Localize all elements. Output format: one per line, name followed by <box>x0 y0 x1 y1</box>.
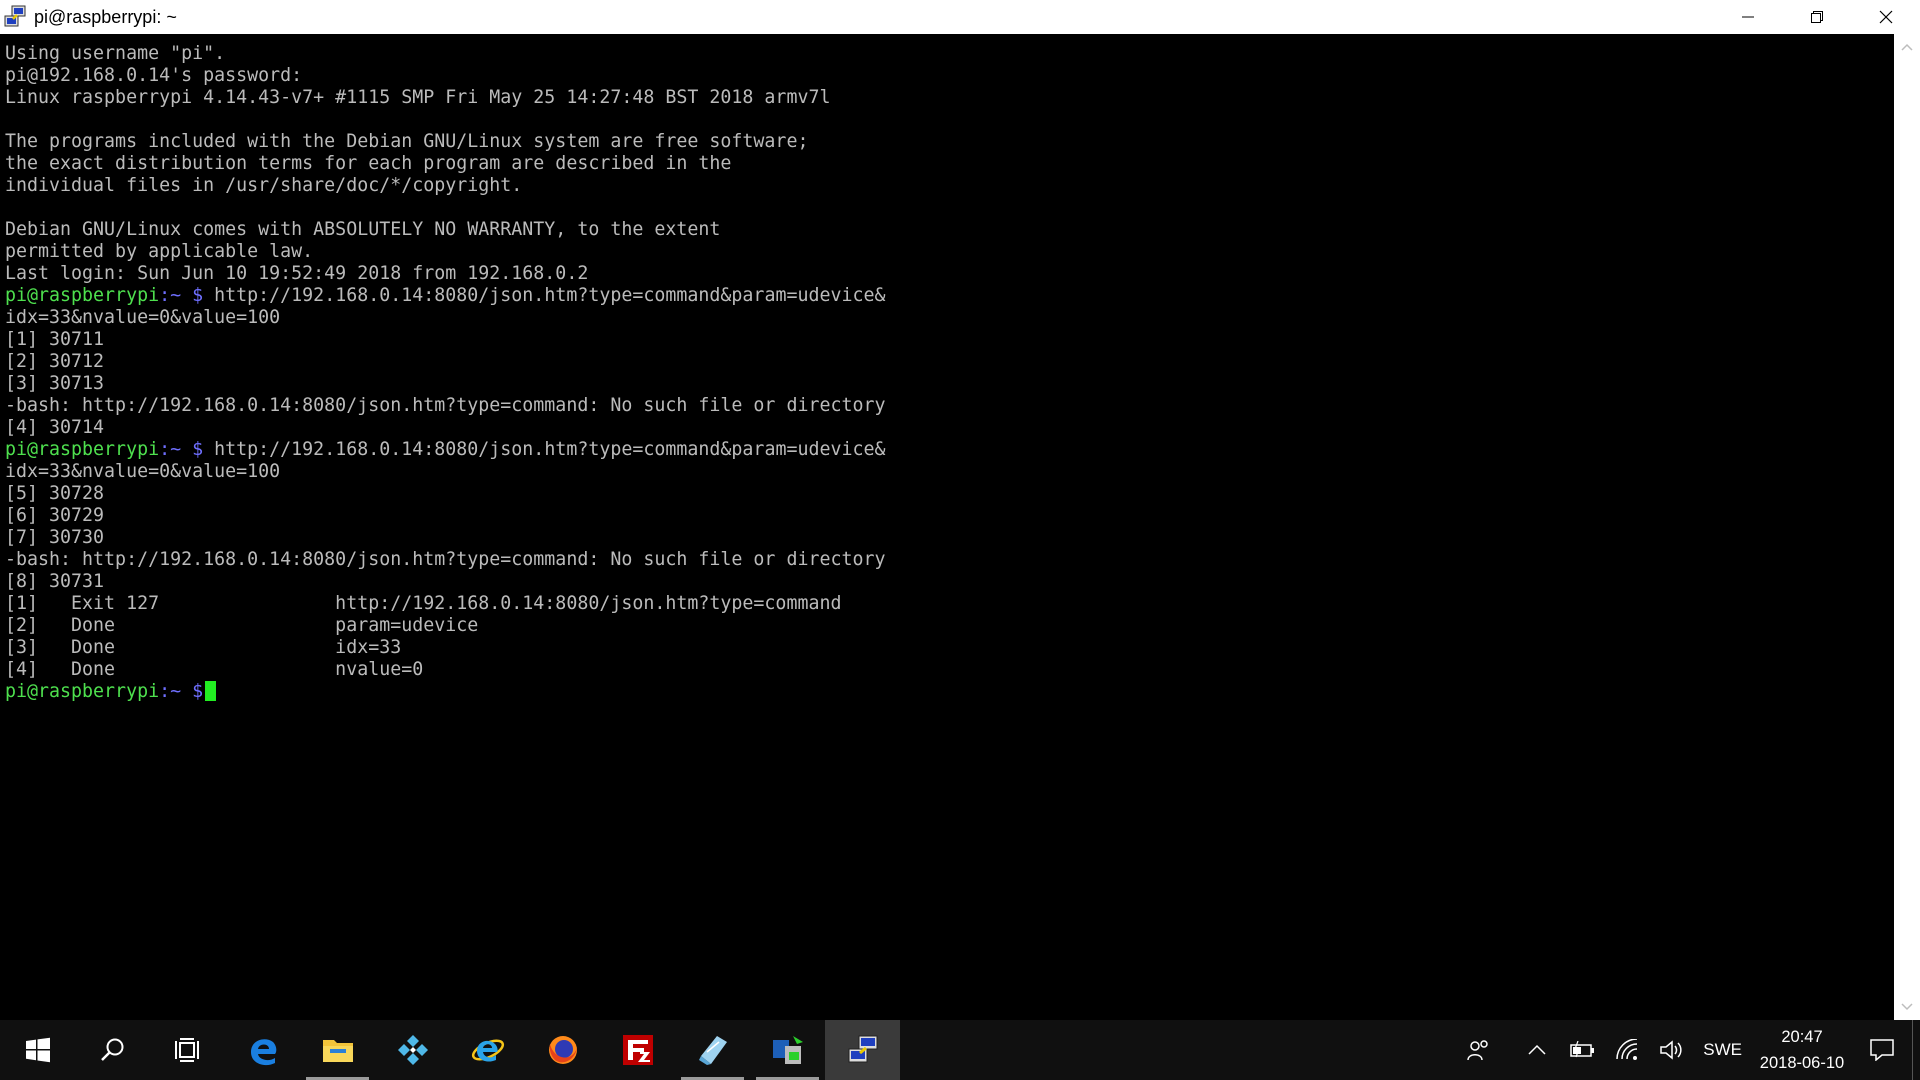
window-title: pi@raspberrypi: ~ <box>34 6 177 27</box>
title-bar[interactable]: pi@raspberrypi: ~ <box>0 0 1920 34</box>
taskbar-putty[interactable] <box>825 1020 900 1080</box>
terminal-line: -bash: http://192.168.0.14:8080/json.htm… <box>5 395 886 416</box>
terminal-line: [2] Done param=udevice <box>5 615 479 636</box>
terminal-line: [8] 30731 <box>5 571 105 592</box>
terminal-line: the exact distribution terms for each pr… <box>5 153 732 174</box>
search-icon <box>100 1038 123 1061</box>
minimize-button[interactable] <box>1713 0 1782 34</box>
close-icon <box>1879 10 1892 24</box>
wifi-button[interactable] <box>1605 1020 1649 1080</box>
system-tray: SWE 20:47 2018-06-10 <box>1451 1020 1920 1080</box>
terminal-line: [4] Done nvalue=0 <box>5 659 424 680</box>
volume-button[interactable] <box>1649 1020 1693 1080</box>
action-center-button[interactable] <box>1852 1020 1912 1080</box>
filezilla-icon <box>622 1035 653 1065</box>
prompt-user-host: pi@raspberrypi <box>5 439 160 460</box>
chevron-down-icon <box>1901 1003 1913 1011</box>
task-view-button[interactable] <box>150 1020 225 1080</box>
kodi-icon <box>397 1035 428 1065</box>
edge-icon <box>250 1039 276 1066</box>
terminal-line: permitted by applicable law. <box>5 241 314 262</box>
terminal-line: idx=33&nvalue=0&value=100 <box>5 307 281 328</box>
terminal-line: [1] Exit 127 http://192.168.0.14:8080/js… <box>5 593 842 614</box>
terminal-line: Using username "pi". <box>5 43 226 64</box>
people-button[interactable] <box>1451 1020 1505 1080</box>
terminal-output[interactable]: Using username "pi". pi@192.168.0.14's pa… <box>0 34 1894 1020</box>
taskbar-firefox[interactable] <box>525 1020 600 1080</box>
prompt-path: :~ $ <box>159 285 204 306</box>
minimize-icon <box>1741 16 1754 18</box>
chevron-up-icon <box>1901 43 1913 51</box>
terminal-line: [6] 30729 <box>5 505 105 526</box>
terminal-line: -bash: http://192.168.0.14:8080/json.htm… <box>5 549 886 570</box>
firefox-icon <box>548 1036 577 1064</box>
prompt-line: pi@raspberrypi:~ $ http://192.168.0.14:8… <box>5 285 1894 307</box>
terminal-line: idx=33&nvalue=0&value=100 <box>5 461 281 482</box>
terminal-line: Debian GNU/Linux comes with ABSOLUTELY N… <box>5 219 721 240</box>
file-explorer-icon <box>322 1040 353 1062</box>
task-view-icon <box>174 1038 199 1062</box>
prompt-line: pi@raspberrypi:~ $ http://192.168.0.14:8… <box>5 439 1894 461</box>
restore-button[interactable] <box>1782 0 1851 34</box>
scroll-down-button[interactable] <box>1894 994 1920 1020</box>
terminal-line: The programs included with the Debian GN… <box>5 131 809 152</box>
command-text: http://192.168.0.14:8080/json.htm?type=c… <box>203 285 886 306</box>
show-desktop-button[interactable] <box>1912 1020 1920 1080</box>
taskbar-filezilla[interactable] <box>600 1020 675 1080</box>
internet-explorer-icon <box>471 1039 504 1062</box>
clock-time: 20:47 <box>1781 1028 1823 1046</box>
vertical-scrollbar[interactable] <box>1894 34 1920 1020</box>
close-button[interactable] <box>1851 0 1920 34</box>
terminal-line: [7] 30730 <box>5 527 105 548</box>
prompt-line-current[interactable]: pi@raspberrypi:~ $ <box>5 681 1894 703</box>
terminal-line: [1] 30711 <box>5 329 105 350</box>
input-language-button[interactable]: SWE <box>1693 1020 1752 1080</box>
prompt-user-host: pi@raspberrypi <box>5 681 160 702</box>
terminal-line: Linux raspberrypi 4.14.43-v7+ #1115 SMP … <box>5 87 831 108</box>
search-button[interactable] <box>75 1020 150 1080</box>
input-language: SWE <box>1703 1040 1742 1059</box>
taskbar: SWE 20:47 2018-06-10 <box>0 1020 1920 1080</box>
taskbar-kodi[interactable] <box>375 1020 450 1080</box>
network-tool-icon <box>772 1036 803 1064</box>
wifi-icon <box>1616 1039 1638 1060</box>
battery-button[interactable] <box>1561 1020 1605 1080</box>
volume-icon <box>1660 1040 1682 1060</box>
taskbar-edge[interactable] <box>225 1020 300 1080</box>
putty-icon <box>848 1035 877 1063</box>
terminal-line: pi@192.168.0.14's password: <box>5 65 303 86</box>
notepad-icon <box>698 1036 727 1065</box>
scroll-up-button[interactable] <box>1894 34 1920 60</box>
terminal-line: [4] 30714 <box>5 417 105 438</box>
battery-icon <box>1570 1041 1595 1058</box>
prompt-path: :~ $ <box>159 439 204 460</box>
command-text: http://192.168.0.14:8080/json.htm?type=c… <box>203 439 886 460</box>
text-cursor <box>205 681 217 701</box>
prompt-path: :~ $ <box>159 681 204 702</box>
taskbar-file-explorer[interactable] <box>300 1020 375 1080</box>
people-icon <box>1467 1040 1489 1061</box>
clock-date: 2018-06-10 <box>1759 1054 1845 1072</box>
taskbar-notepad[interactable] <box>675 1020 750 1080</box>
clock-button[interactable]: 20:47 2018-06-10 <box>1752 1020 1852 1080</box>
terminal-line: Last login: Sun Jun 10 19:52:49 2018 fro… <box>5 263 589 284</box>
show-hidden-icons-button[interactable] <box>1513 1020 1561 1080</box>
terminal-line: [2] 30712 <box>5 351 105 372</box>
prompt-user-host: pi@raspberrypi <box>5 285 160 306</box>
taskbar-network-tool[interactable] <box>750 1020 825 1080</box>
terminal-line: [3] Done idx=33 <box>5 637 402 658</box>
putty-icon[interactable] <box>2 4 28 30</box>
notification-icon <box>1870 1039 1894 1061</box>
restore-icon <box>1810 11 1823 23</box>
start-button[interactable] <box>0 1020 75 1080</box>
start-icon <box>25 1037 50 1063</box>
terminal-line: [3] 30713 <box>5 373 105 394</box>
chevron-up-icon <box>1528 1044 1546 1055</box>
terminal-line: individual files in /usr/share/doc/*/cop… <box>5 175 523 196</box>
taskbar-internet-explorer[interactable] <box>450 1020 525 1080</box>
terminal-line: [5] 30728 <box>5 483 105 504</box>
